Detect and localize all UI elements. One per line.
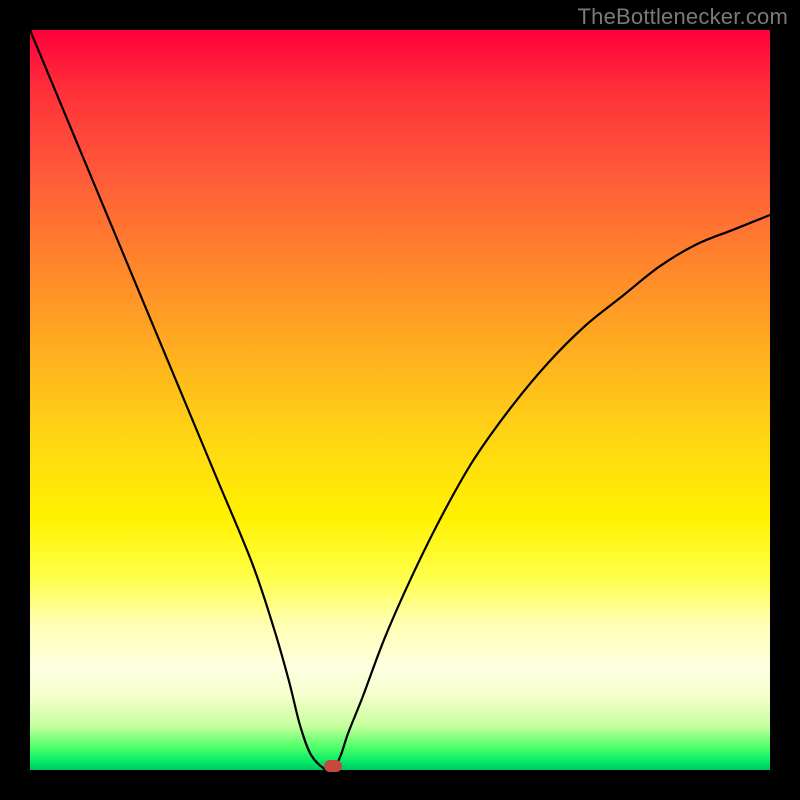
bottleneck-curve (30, 30, 770, 770)
optimal-point-marker (324, 760, 342, 772)
chart-frame: TheBottlenecker.com (0, 0, 800, 800)
curve-svg (30, 30, 770, 770)
watermark-text: TheBottlenecker.com (578, 4, 788, 30)
plot-area (30, 30, 770, 770)
